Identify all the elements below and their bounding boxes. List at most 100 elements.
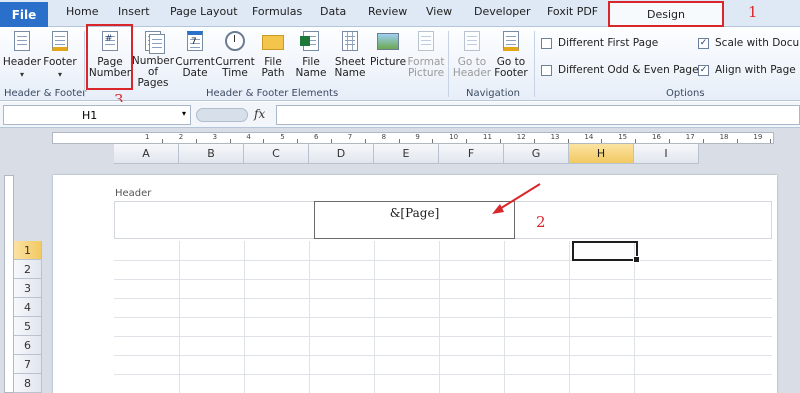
column-header-e[interactable]: E — [374, 144, 439, 164]
ruler-tick — [364, 139, 366, 143]
column-header-h[interactable]: H — [569, 144, 634, 164]
ruler-tick — [466, 139, 468, 143]
ruler-tick — [297, 139, 299, 143]
grid-line — [114, 260, 772, 261]
checkbox-different-odd-even[interactable] — [541, 64, 552, 76]
current-time-button[interactable]: Current Time — [215, 29, 255, 89]
tab-developer[interactable]: Developer — [474, 5, 531, 18]
grid-line — [114, 279, 772, 280]
checkbox-different-first-page[interactable] — [541, 37, 552, 49]
ruler-tick — [432, 139, 434, 143]
group-label-header-footer-elements: Header & Footer Elements — [206, 88, 339, 99]
go-to-header-button: Go to Header — [452, 29, 492, 89]
grid-line — [114, 298, 772, 299]
row-header-3[interactable]: 3 — [14, 279, 42, 298]
ruler-tick — [398, 139, 400, 143]
ruler-number: 16 — [652, 133, 661, 141]
header-button[interactable]: Header ▾ — [3, 29, 41, 89]
header-icon — [10, 29, 34, 55]
format-picture-button: Format Picture — [408, 29, 445, 89]
dropdown-arrow-icon[interactable]: ▾ — [182, 109, 186, 118]
calendar-icon: 7 — [183, 29, 207, 55]
go-to-header-icon — [460, 29, 484, 55]
ribbon-tab-strip: File Home Insert Page Layout Formulas Da… — [0, 0, 800, 27]
ribbon-divider — [84, 31, 85, 97]
ruler-tick — [162, 139, 163, 143]
header-center-text: &[Page] — [389, 206, 440, 220]
dropdown-arrow-icon: ▾ — [57, 70, 62, 79]
tab-insert[interactable]: Insert — [118, 5, 150, 18]
row-header-2[interactable]: 2 — [14, 260, 42, 279]
header-label: Header — [115, 188, 152, 199]
checkbox-align-with-margins[interactable]: ✓ — [698, 64, 709, 76]
active-cell-h1[interactable] — [572, 241, 640, 263]
ruler-tick — [195, 139, 197, 143]
number-of-pages-icon — [141, 29, 165, 54]
option-different-first-page[interactable]: Different First Page — [541, 37, 658, 49]
tab-design[interactable]: Design — [608, 1, 724, 27]
option-different-odd-even[interactable]: Different Odd & Even Pages — [541, 64, 704, 76]
formula-bar-handle[interactable] — [196, 108, 248, 122]
column-header-a[interactable]: A — [114, 144, 179, 164]
row-header-4[interactable]: 4 — [14, 298, 42, 317]
row-header-1[interactable]: 1 — [14, 241, 42, 260]
ruler-tick — [229, 139, 231, 143]
go-to-footer-button[interactable]: Go to Footer — [492, 29, 530, 89]
footer-button[interactable]: Footer ▾ — [42, 29, 78, 89]
ruler-number: 12 — [516, 133, 526, 141]
tab-data[interactable]: Data — [320, 5, 346, 18]
tab-formulas[interactable]: Formulas — [252, 5, 302, 18]
name-box[interactable]: H1 ▾ — [3, 105, 191, 125]
checkbox-scale-with-document[interactable]: ✓ — [698, 37, 709, 49]
picture-button[interactable]: Picture — [370, 29, 406, 89]
row-header-8[interactable]: 8 — [14, 374, 42, 393]
ruler-number: 19 — [753, 133, 763, 141]
number-of-pages-button[interactable]: Number of Pages — [132, 29, 174, 89]
ruler-tick — [263, 139, 265, 143]
insert-function-icon[interactable]: fx — [254, 107, 265, 121]
ruler-tick — [702, 139, 704, 143]
cell-grid[interactable] — [114, 241, 772, 393]
option-align-with-margins[interactable]: ✓ Align with Page M — [698, 64, 800, 76]
header-center-section[interactable]: &[Page] — [314, 201, 515, 239]
horizontal-ruler: 1 2 3 4 5 6 7 8 9 10 11 12 13 14 15 16 17 18 19 — [52, 132, 774, 144]
ruler-number: 13 — [550, 133, 560, 141]
ruler-number: 7 — [347, 133, 353, 141]
column-header-i[interactable]: I — [634, 144, 699, 164]
column-header-f[interactable]: F — [439, 144, 504, 164]
file-name-button[interactable]: File Name — [293, 29, 329, 89]
row-header-5[interactable]: 5 — [14, 317, 42, 336]
file-path-button[interactable]: File Path — [255, 29, 291, 89]
clock-icon — [223, 29, 247, 55]
formula-input[interactable] — [276, 105, 800, 125]
column-header-c[interactable]: C — [244, 144, 309, 164]
ruler-tick — [736, 139, 738, 143]
excel-file-icon — [299, 29, 323, 55]
annotation-step-2: 2 — [536, 213, 546, 231]
ruler-tick — [601, 139, 603, 143]
current-date-button[interactable]: 7 Current Date — [175, 29, 215, 89]
sheet-name-button[interactable]: Sheet Name — [331, 29, 369, 89]
ruler-number: 8 — [381, 133, 387, 141]
tab-file[interactable]: File — [0, 2, 48, 27]
column-header-b[interactable]: B — [179, 144, 244, 164]
group-label-options: Options — [666, 88, 705, 99]
tab-view[interactable]: View — [426, 5, 452, 18]
column-header-d[interactable]: D — [309, 144, 374, 164]
tab-review[interactable]: Review — [368, 5, 407, 18]
grid-line — [114, 374, 772, 375]
group-label-navigation: Navigation — [466, 88, 520, 99]
tab-home[interactable]: Home — [66, 5, 98, 18]
tab-foxit-pdf[interactable]: Foxit PDF — [547, 5, 598, 18]
ruler-tick — [331, 139, 332, 143]
grid-line — [114, 317, 772, 318]
ruler-number: 11 — [483, 133, 492, 141]
tab-page-layout[interactable]: Page Layout — [170, 5, 238, 18]
row-header-6[interactable]: 6 — [14, 336, 42, 355]
option-scale-with-document[interactable]: ✓ Scale with Docume — [698, 37, 800, 49]
row-header-7[interactable]: 7 — [14, 355, 42, 374]
ruler-number: 5 — [280, 133, 285, 141]
ruler-tick — [635, 139, 637, 143]
ruler-number: 9 — [415, 133, 420, 141]
column-header-g[interactable]: G — [504, 144, 569, 164]
